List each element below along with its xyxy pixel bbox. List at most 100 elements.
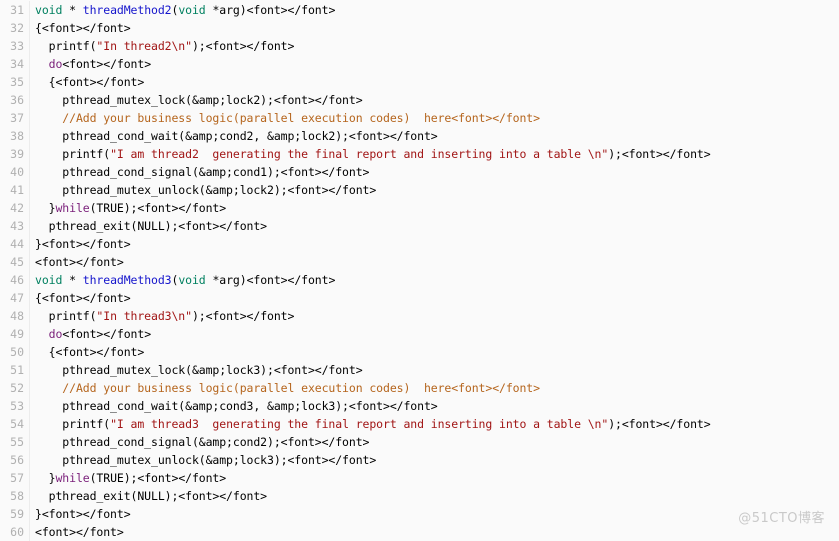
code-token-plain: pthread_cond_signal(&amp;cond1);<font></… [35,165,370,179]
code-token-type: void [35,273,63,287]
code-token-fn: threadMethod2 [82,3,172,17]
code-token-plain: {<font></font> [35,291,131,305]
code-token-plain: }<font></font> [35,237,131,251]
line-content[interactable]: pthread_exit(NULL);<font></font> [30,217,267,235]
line-content[interactable]: pthread_exit(NULL);<font></font> [30,487,267,505]
code-line: 31 void * threadMethod2(void *arg)<font><… [0,1,839,19]
code-token-plain: pthread_exit(NULL);<font></font> [35,489,268,503]
code-line: 59 }<font></font> [0,505,839,523]
code-token-keyword: do [48,57,63,71]
code-token-plain: pthread_mutex_lock(&amp;lock2);<font></f… [35,93,363,107]
line-number: 56 [0,451,30,469]
code-token-type: void [178,273,206,287]
code-token-plain: printf( [35,147,111,161]
line-content[interactable]: do<font></font> [30,325,151,343]
line-number: 59 [0,505,30,523]
code-token-keyword: do [48,327,63,341]
line-content[interactable]: void * threadMethod2(void *arg)<font></f… [30,1,335,19]
line-number: 42 [0,199,30,217]
line-number: 55 [0,433,30,451]
line-content[interactable]: {<font></font> [30,19,131,37]
line-content[interactable]: pthread_mutex_unlock(&amp;lock2);<font><… [30,181,376,199]
line-number: 49 [0,325,30,343]
line-content[interactable]: {<font></font> [30,289,131,307]
code-token-plain: <font></font> [62,57,152,71]
code-token-plain: } [35,201,56,215]
line-content[interactable]: pthread_cond_wait(&amp;cond2, &amp;lock2… [30,127,437,145]
line-content[interactable]: printf("I am thread3 generating the fina… [30,415,710,433]
code-line: 35 {<font></font> [0,73,839,91]
code-token-comment: //Add your business logic(parallel execu… [35,381,452,395]
code-line: 34 do<font></font> [0,55,839,73]
line-number: 35 [0,73,30,91]
code-line: 42 }while(TRUE);<font></font> [0,199,839,217]
line-content[interactable]: {<font></font> [30,343,145,361]
line-content[interactable]: }while(TRUE);<font></font> [30,199,227,217]
code-token-string: "In thread2\n" [96,39,192,53]
code-token-plain: );<font></font> [608,147,711,161]
code-line: 52 //Add your business logic(parallel ex… [0,379,839,397]
line-content[interactable]: printf("In thread3\n");<font></font> [30,307,295,325]
code-viewer[interactable]: 31 void * threadMethod2(void *arg)<font><… [0,0,839,541]
code-line: 43 pthread_exit(NULL);<font></font> [0,217,839,235]
line-content[interactable]: void * threadMethod3(void *arg)<font></f… [30,271,335,289]
code-token-keyword: while [55,201,90,215]
code-line-list: 31 void * threadMethod2(void *arg)<font><… [0,1,839,541]
line-number: 43 [0,217,30,235]
code-token-plain: {<font></font> [35,75,145,89]
code-line: 50 {<font></font> [0,343,839,361]
line-content[interactable]: pthread_mutex_lock(&amp;lock2);<font></f… [30,91,363,109]
code-token-plain: printf( [35,309,97,323]
line-content[interactable]: pthread_cond_wait(&amp;cond3, &amp;lock3… [30,397,438,415]
line-content[interactable]: pthread_cond_signal(&amp;cond2);<font></… [30,433,369,451]
code-line: 39 printf("I am thread2 generating the f… [0,145,839,163]
code-line: 41 pthread_mutex_unlock(&amp;lock2);<fon… [0,181,839,199]
code-token-plain: <font></font> [35,255,124,269]
line-number: 31 [0,1,30,19]
line-content[interactable]: printf("In thread2\n");<font></font> [30,37,295,55]
code-token-plain: } [35,471,56,485]
line-number: 34 [0,55,30,73]
watermark: @51CTO博客 [738,511,825,526]
code-token-plain: }<font></font> [35,507,131,521]
line-number: 36 [0,91,30,109]
line-number: 60 [0,523,30,541]
line-number: 44 [0,235,30,253]
line-content[interactable]: printf("I am thread2 generating the fina… [30,145,711,163]
code-token-comment: <font></font> [451,381,540,395]
line-number: 33 [0,37,30,55]
code-token-plain: *arg)<font></font> [205,273,336,287]
line-number: 47 [0,289,30,307]
code-token-plain: (TRUE);<font></font> [89,201,227,215]
code-token-plain: (TRUE);<font></font> [89,471,227,485]
line-content[interactable]: //Add your business logic(parallel execu… [30,379,540,397]
line-content[interactable]: {<font></font> [30,73,145,91]
code-token-fn: threadMethod3 [82,273,172,287]
line-content[interactable]: }<font></font> [30,505,131,523]
code-line: 57 }while(TRUE);<font></font> [0,469,839,487]
code-line: 47 {<font></font> [0,289,839,307]
code-token-plain: pthread_exit(NULL);<font></font> [35,219,268,233]
code-line: 58 pthread_exit(NULL);<font></font> [0,487,839,505]
code-line: 45 <font></font> [0,253,839,271]
code-line: 48 printf("In thread3\n");<font></font> [0,307,839,325]
code-line: 38 pthread_cond_wait(&amp;cond2, &amp;lo… [0,127,839,145]
line-content[interactable]: //Add your business logic(parallel execu… [30,109,540,127]
line-content[interactable]: <font></font> [30,253,124,271]
code-token-type: void [35,3,63,17]
line-content[interactable]: pthread_cond_signal(&amp;cond1);<font></… [30,163,369,181]
line-content[interactable]: <font></font> [30,523,124,541]
code-token-string: "I am thread3 generating the final repor… [110,417,609,431]
code-token-plain: * [62,3,83,17]
line-number: 39 [0,145,30,163]
line-content[interactable]: pthread_mutex_unlock(&amp;lock3);<font><… [30,451,376,469]
code-line: 37 //Add your business logic(parallel ex… [0,109,839,127]
line-content[interactable]: }<font></font> [30,235,131,253]
line-content[interactable]: pthread_mutex_lock(&amp;lock3);<font></f… [30,361,362,379]
line-content[interactable]: do<font></font> [30,55,151,73]
code-line: 51 pthread_mutex_lock(&amp;lock3);<font>… [0,361,839,379]
code-token-plain: pthread_cond_wait(&amp;cond3, &amp;lock3… [35,399,438,413]
line-content[interactable]: }while(TRUE);<font></font> [30,469,227,487]
